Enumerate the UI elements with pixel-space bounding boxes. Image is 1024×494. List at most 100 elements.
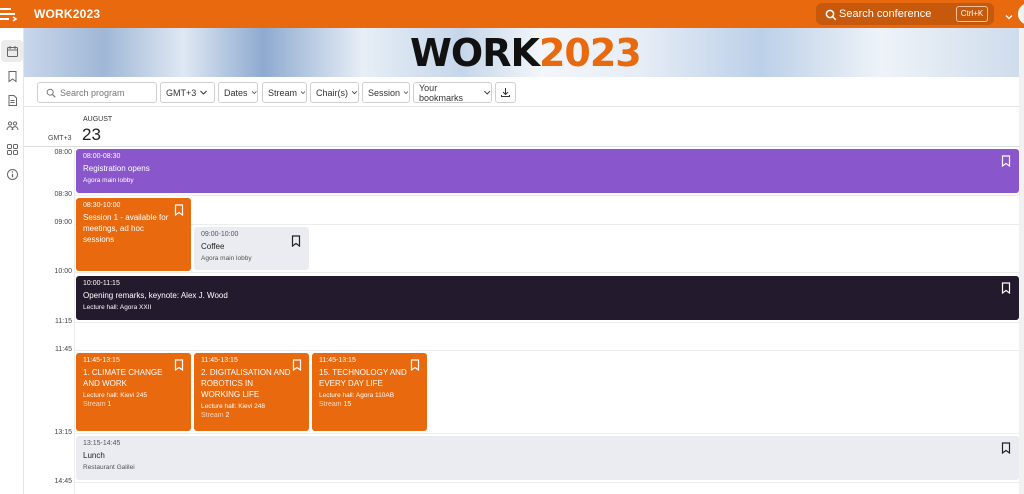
event-card[interactable]: 11:45-13:15 1. CLIMATE CHANGE AND WORK L…	[76, 353, 191, 431]
menu-icon[interactable]	[0, 5, 18, 23]
event-location: Agora main lobby	[83, 177, 134, 184]
event-card[interactable]: 08:00-08:30 Registration opens Agora mai…	[76, 149, 1019, 193]
event-location: Lecture hall: Agora 110AB	[319, 392, 395, 399]
event-title: Opening remarks, keynote: Alex J. Wood	[83, 291, 228, 300]
event-time: 09:00-10:00	[201, 231, 239, 238]
grid-line	[74, 350, 1020, 351]
bookmark-icon[interactable]	[1001, 442, 1011, 454]
bookmark-icon[interactable]	[410, 359, 420, 371]
chevron-down-icon[interactable]	[1004, 9, 1014, 20]
timezone-select[interactable]: GMT+3	[160, 82, 215, 103]
grid-line	[74, 224, 1020, 225]
avatar[interactable]	[1018, 3, 1024, 25]
bookmarks-filter[interactable]: Your bookmarks	[413, 82, 492, 103]
chevron-down-icon	[483, 90, 490, 95]
bookmark-icon	[8, 70, 16, 82]
event-location: Lecture hall: Agora XXII	[83, 304, 152, 311]
download-button[interactable]	[495, 82, 516, 103]
rail-apps[interactable]	[1, 138, 23, 160]
conference-banner: WORK2023	[24, 28, 1020, 77]
session-filter[interactable]: Session	[362, 82, 410, 103]
grid-line	[74, 433, 1020, 434]
time-label: 11:15	[55, 318, 72, 325]
event-title: 1. CLIMATE CHANGE AND WORK	[83, 368, 163, 388]
grid-icon	[6, 143, 18, 155]
event-card[interactable]: 13:15-14:45 Lunch Restaurant Galilei	[76, 436, 1019, 480]
bookmark-icon[interactable]	[1001, 155, 1011, 167]
divider	[24, 146, 1020, 147]
bookmark-icon[interactable]	[174, 204, 184, 216]
time-label: 13:15	[54, 429, 72, 436]
top-bar: WORK2023 Search conference Ctrl+K	[0, 0, 1024, 28]
chevron-down-icon	[251, 91, 257, 95]
event-time: 08:30-10:00	[83, 202, 121, 209]
document-icon	[8, 94, 17, 106]
chevron-down-icon	[300, 91, 306, 94]
people-icon	[6, 120, 18, 130]
download-icon	[501, 88, 510, 97]
event-title: Session 1 - available for meetings, ad h…	[83, 213, 169, 244]
calendar-day: 23	[82, 125, 101, 144]
rail-info[interactable]	[1, 163, 23, 185]
event-location: Lecture hall: Kievi 248	[201, 403, 265, 410]
event-time: 11:45-13:15	[319, 357, 356, 364]
banner-title: WORK2023	[410, 31, 642, 75]
grid-line	[74, 272, 1020, 273]
calendar-timezone: GMT+3	[48, 135, 72, 142]
event-stream: Stream 2	[201, 412, 230, 419]
chevron-down-icon	[200, 90, 208, 95]
time-label: 14:45	[54, 478, 72, 485]
event-title: Lunch	[83, 451, 105, 460]
event-card[interactable]: 11:45-13:15 2. DIGITALISATION AND ROBOTI…	[194, 353, 309, 431]
event-time: 11:45-13:15	[83, 357, 120, 364]
event-card[interactable]: 08:30-10:00 Session 1 - available for me…	[76, 198, 191, 271]
rail-bookmarks[interactable]	[1, 65, 23, 87]
rail-people[interactable]	[1, 114, 23, 136]
event-title: 2. DIGITALISATION AND ROBOTICS IN WORKIN…	[201, 368, 291, 399]
search-icon	[46, 88, 56, 98]
conference-search[interactable]: Search conference Ctrl+K	[816, 3, 994, 25]
bookmark-icon[interactable]	[1001, 282, 1011, 294]
shortcut-hint: Ctrl+K	[956, 6, 988, 22]
time-label: 08:00	[54, 149, 72, 156]
info-icon	[6, 168, 18, 180]
event-card[interactable]: 09:00-10:00 Coffee Agora main lobby	[194, 227, 309, 270]
stream-filter[interactable]: Stream	[262, 82, 307, 103]
chevron-down-icon	[403, 91, 409, 94]
time-label: 09:00	[54, 219, 72, 226]
event-title: Registration opens	[83, 164, 150, 173]
grid-line	[74, 322, 1020, 323]
event-stream: Stream 15	[319, 401, 352, 408]
app-title: WORK2023	[34, 7, 101, 21]
grid-line	[74, 195, 1020, 196]
program-search-input[interactable]: Search program	[37, 82, 157, 103]
event-card[interactable]: 11:45-13:15 15. TECHNOLOGY AND EVERY DAY…	[312, 353, 427, 431]
grid-line	[74, 482, 1020, 483]
calendar-month: AUGUST	[83, 116, 113, 123]
event-card[interactable]: 10:00-11:15 Opening remarks, keynote: Al…	[76, 276, 1019, 320]
event-title: 15. TECHNOLOGY AND EVERY DAY LIFE	[319, 368, 407, 388]
event-time: 08:00-08:30	[83, 153, 121, 160]
chairs-filter[interactable]: Chair(s)	[310, 82, 359, 103]
event-time: 13:15-14:45	[83, 440, 121, 447]
time-label: 10:00	[54, 268, 72, 275]
bookmark-icon[interactable]	[292, 359, 302, 371]
event-time: 11:45-13:15	[201, 357, 238, 364]
time-label: 08:30	[54, 191, 72, 198]
grid-divider	[74, 147, 75, 494]
program-search-placeholder: Search program	[60, 87, 125, 98]
event-location: Restaurant Galilei	[83, 464, 135, 471]
time-label: 11:45	[55, 346, 72, 353]
rail-documents[interactable]	[1, 89, 23, 111]
event-location: Agora main lobby	[201, 255, 252, 262]
search-icon	[825, 8, 837, 21]
chevron-down-icon	[351, 91, 358, 95]
dates-filter[interactable]: Dates	[218, 82, 258, 103]
filter-bar: Search program GMT+3 Dates Stream Chair(…	[24, 77, 1020, 107]
conference-search-placeholder: Search conference	[839, 8, 932, 20]
event-location: Lecture hall: Kievi 245	[83, 392, 147, 399]
rail-calendar[interactable]	[1, 40, 23, 62]
bookmark-icon[interactable]	[174, 359, 184, 371]
side-rail	[0, 28, 24, 494]
bookmark-icon[interactable]	[291, 235, 301, 247]
